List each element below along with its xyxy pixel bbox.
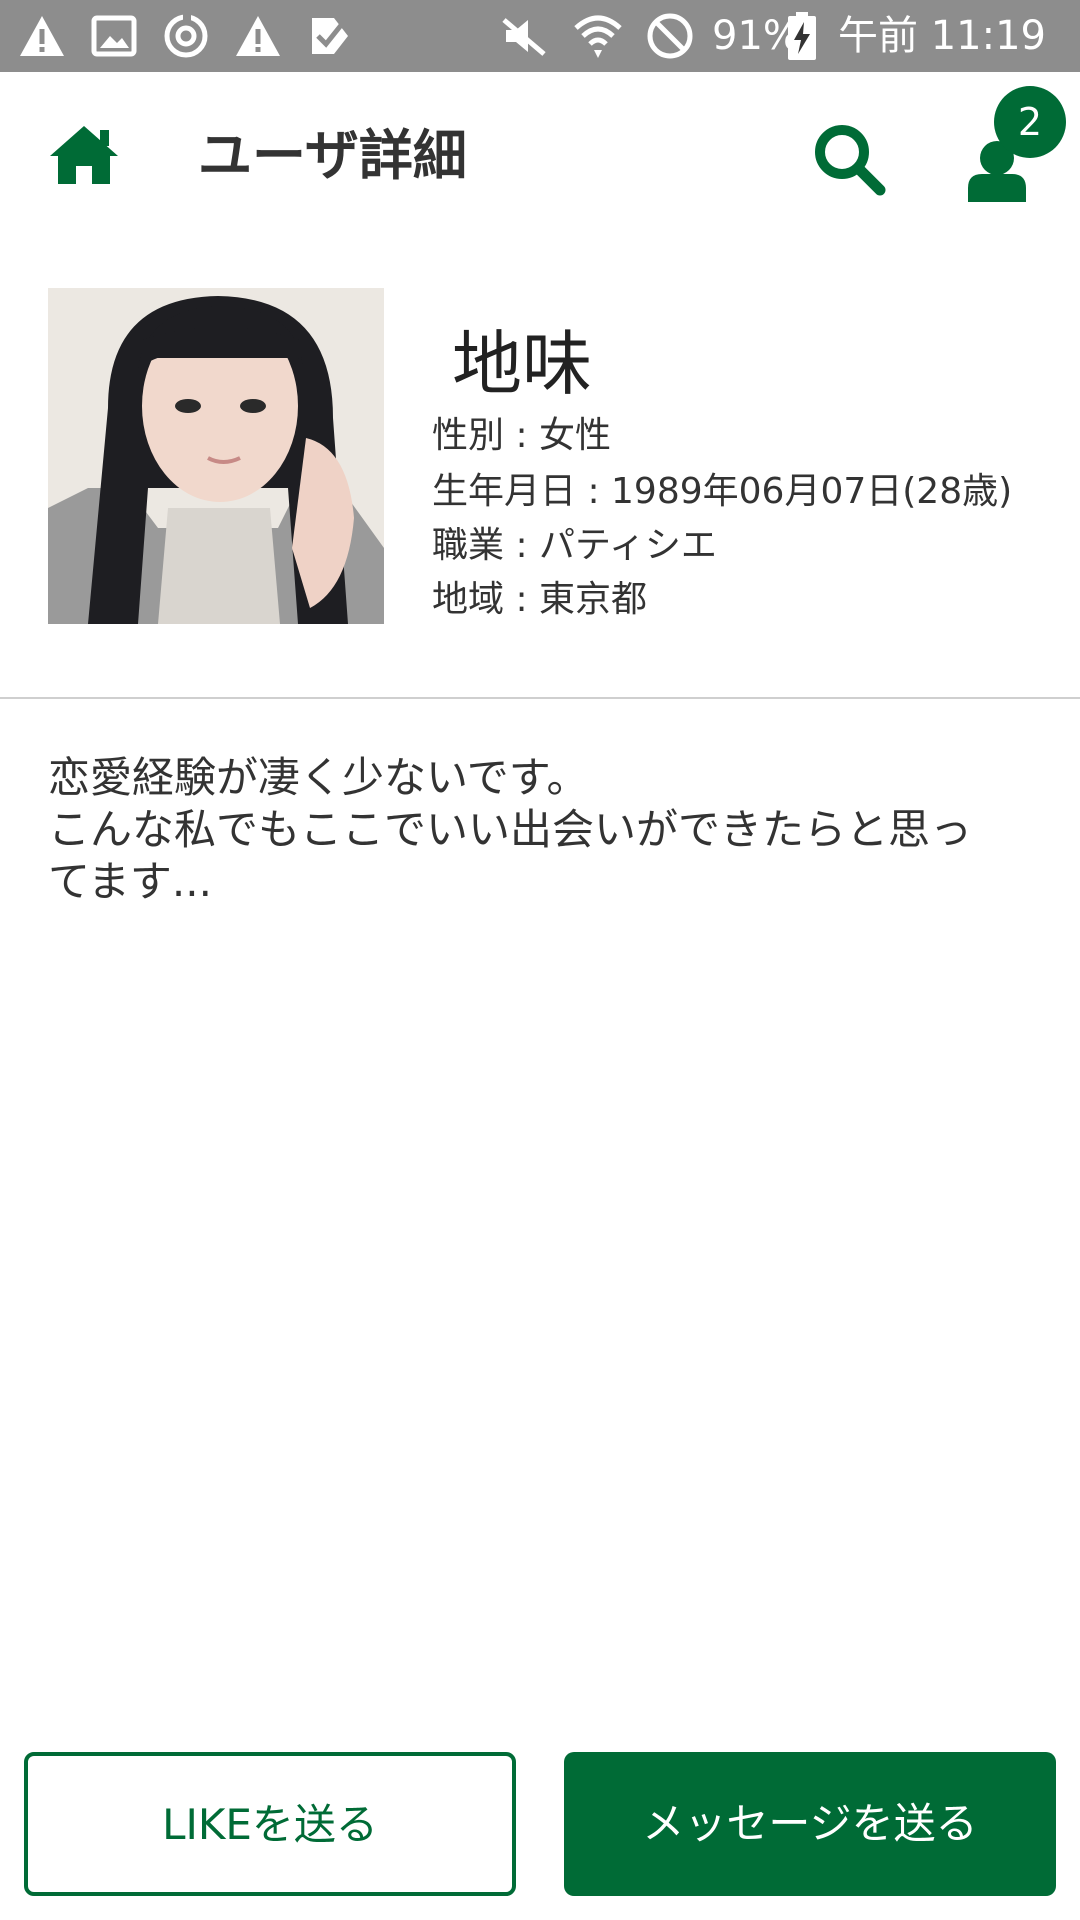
intro-line: こんな私でもここでいい出会いができたらと思っ [48, 805, 973, 854]
notification-badge: 2 [994, 86, 1066, 158]
mute-icon [502, 18, 546, 56]
divider [0, 697, 1080, 699]
send-like-button[interactable]: LIKEを送る [24, 1752, 516, 1896]
profile-birthday: 生年月日 : 1989年06月07日(28歳) [432, 471, 1013, 512]
clock: 午前 11:19 [838, 13, 1046, 59]
battery-charging-icon [788, 12, 816, 60]
profile-photo-image [48, 288, 384, 624]
wifi-icon [574, 15, 622, 58]
profile-gender: 性別 : 女性 [432, 415, 612, 456]
profile-photo [48, 288, 384, 624]
profile-name: 地味 [452, 323, 592, 405]
status-bar: 91% 午前 11:19 [0, 0, 1080, 72]
warning-icon [236, 16, 280, 56]
profile-region: 地域 : 東京都 [432, 579, 648, 620]
check-icon [312, 18, 348, 54]
page-title: ユーザ詳細 [198, 124, 467, 187]
send-message-button[interactable]: メッセージを送る [564, 1752, 1056, 1896]
self-introduction: 恋愛経験が凄く少ないです。 こんな私でもここでいい出会いができたらと思っ てます… [48, 752, 1028, 908]
image-icon [91, 15, 137, 57]
intro-line: 恋愛経験が凄く少ないです。 [48, 753, 589, 802]
app-header: ユーザ詳細 2 [0, 72, 1080, 242]
intro-line: てます... [48, 857, 212, 906]
do-not-disturb-icon [647, 13, 693, 59]
profile-occupation: 職業 : パティシエ [432, 525, 717, 566]
search-icon[interactable] [812, 122, 886, 196]
sync-icon [164, 14, 208, 58]
home-icon[interactable] [48, 122, 120, 188]
warning-icon [20, 16, 64, 56]
